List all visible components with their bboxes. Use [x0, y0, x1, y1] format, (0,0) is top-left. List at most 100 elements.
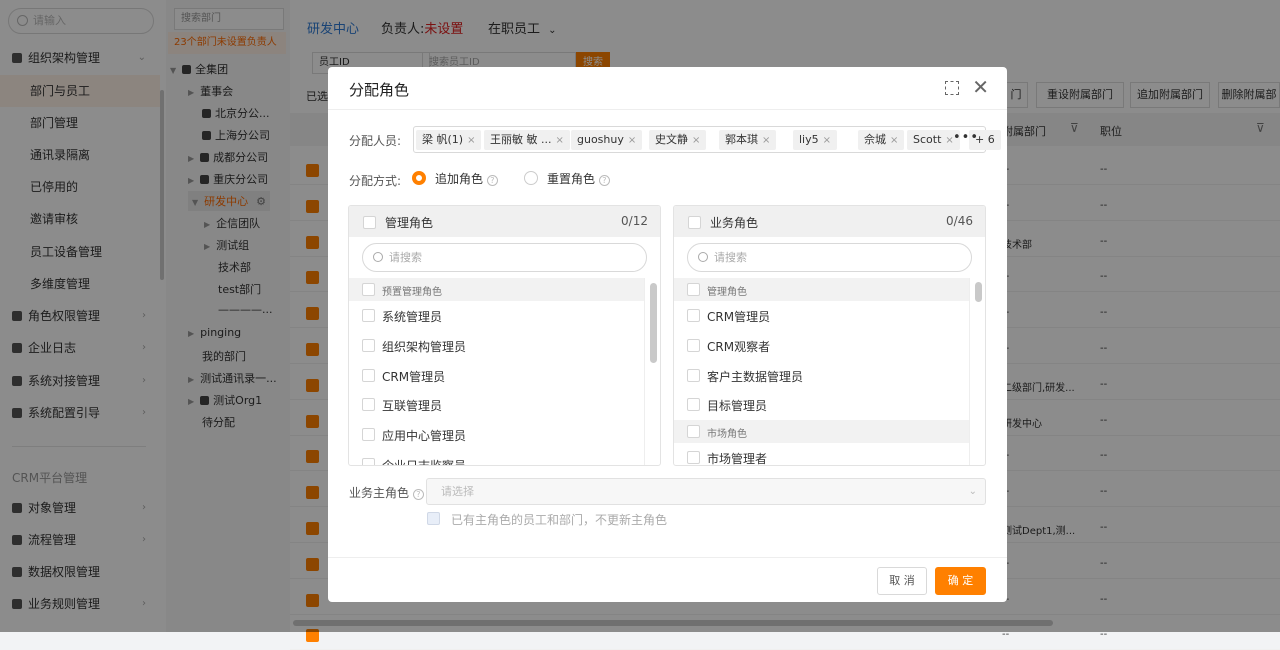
close-icon[interactable]: × [692, 135, 700, 146]
biz-select-all-checkbox[interactable] [688, 216, 701, 229]
role-label: 市场角色 [707, 429, 747, 441]
search-icon [698, 252, 708, 262]
assignee-tag[interactable]: 史文静 × [649, 130, 707, 150]
radio-append-role-label: 追加角色 ? [435, 170, 498, 187]
close-icon[interactable]: × [890, 135, 898, 146]
role-label: 企业日志监察员 [382, 459, 467, 466]
role-checkbox[interactable] [362, 309, 375, 322]
role-option[interactable]: 客户主数据管理员 [674, 361, 969, 391]
help-icon[interactable]: ? [486, 175, 498, 186]
assignee-tag[interactable]: 郭本琪 × [719, 130, 777, 150]
close-icon[interactable]: × [555, 135, 563, 146]
assignee-tag-label: 王丽敏 敏 ... [490, 133, 552, 146]
role-checkbox[interactable] [362, 283, 375, 296]
role-option[interactable]: 互联管理员 [349, 390, 644, 420]
role-checkbox[interactable] [687, 398, 700, 412]
role-label: 预置管理角色 [382, 287, 442, 298]
close-icon[interactable]: × [467, 135, 475, 146]
role-option[interactable]: CRM管理员 [349, 361, 644, 391]
cancel-button[interactable]: 取 消 [877, 567, 927, 595]
biz-panel-title: 业务角色 [710, 216, 759, 230]
admin-scrollbar[interactable] [650, 283, 657, 363]
modal-title: 分配角色 [349, 81, 410, 99]
confirm-button[interactable]: 确 定 [935, 567, 986, 595]
role-group-header[interactable]: 管理角色 [674, 278, 969, 301]
role-label: CRM管理员 [707, 310, 771, 324]
more-icon[interactable]: ••• [953, 130, 979, 145]
role-label: 管理角色 [707, 287, 747, 298]
admin-panel-header: 管理角色 0/12 [349, 206, 660, 237]
assignee-tag[interactable]: Scott × [907, 130, 960, 150]
business-role-panel: 业务角色 0/46 请搜索 管理角色 CRM管理员 CRM观察者 客户主数据管理员 目标… [673, 205, 986, 466]
role-label: 组织架构管理员 [382, 339, 467, 354]
assignee-tag-label: 郭本琪 [725, 133, 758, 146]
close-icon[interactable]: × [628, 135, 636, 146]
role-checkbox[interactable] [687, 338, 700, 352]
role-checkbox[interactable] [687, 309, 700, 322]
assignee-tag-label: 史文静 [655, 133, 688, 146]
close-icon[interactable]: × [762, 135, 770, 146]
role-checkbox[interactable] [687, 451, 700, 465]
modal-footer-divider [328, 557, 1007, 558]
assignee-tag-label: 梁 帆(1) [422, 133, 464, 146]
role-group-header[interactable]: 市场角色 [674, 420, 969, 444]
radio-reset-role-text: 重置角色 [547, 172, 596, 186]
role-option[interactable]: CRM观察者 [674, 331, 969, 361]
role-option[interactable]: 企业日志监察员 [349, 450, 644, 466]
role-checkbox[interactable] [362, 338, 375, 352]
assignee-tag[interactable]: liy5 × [793, 130, 838, 150]
assignee-tag-label: liy5 [799, 133, 819, 146]
main-role-label-text: 业务主角色 [349, 486, 410, 500]
assignee-tag[interactable]: 佘城 × [858, 130, 905, 150]
role-option[interactable]: 组织架构管理员 [349, 331, 644, 361]
admin-panel-count: 0/12 [621, 214, 648, 228]
search-icon [373, 252, 383, 262]
role-option[interactable]: CRM管理员 [674, 301, 969, 331]
assignee-tag[interactable]: 王丽敏 敏 ... × [484, 130, 570, 150]
assignee-tag-label: Scott [913, 133, 942, 146]
biz-scrollbar[interactable] [975, 282, 982, 302]
main-role-select[interactable]: 请选择 ⌄ [426, 478, 986, 505]
role-label: CRM管理员 [382, 369, 446, 384]
admin-role-search[interactable]: 请搜索 [362, 243, 647, 272]
role-label: 系统管理员 [382, 310, 443, 324]
assignees-label: 分配人员: [349, 134, 402, 148]
biz-role-search[interactable]: 请搜索 [687, 243, 972, 272]
role-checkbox[interactable] [687, 425, 700, 439]
close-icon[interactable]: ✕ [972, 75, 989, 99]
method-label: 分配方式: [349, 174, 402, 188]
radio-append-role[interactable] [412, 171, 426, 185]
admin-scroll-track[interactable] [644, 278, 660, 465]
role-checkbox[interactable] [687, 368, 700, 382]
role-option[interactable]: 目标管理员 [674, 390, 969, 420]
close-icon[interactable]: × [823, 135, 831, 146]
help-icon[interactable]: ? [598, 175, 610, 186]
role-checkbox[interactable] [362, 368, 375, 382]
role-checkbox[interactable] [362, 458, 375, 465]
keep-main-role-checkbox[interactable] [427, 512, 440, 525]
assignees-tag-input[interactable]: 梁 帆(1) × 王丽敏 敏 ... × guoshuy × 史文静 × 郭本琪 × liy5 × 佘城… [413, 126, 1001, 153]
keep-main-role-text: 已有主角色的员工和部门，不更新主角色 [451, 513, 668, 527]
role-label: 应用中心管理员 [382, 429, 467, 444]
radio-reset-role[interactable] [524, 171, 538, 185]
radio-reset-role-label: 重置角色 ? [547, 170, 610, 187]
role-label: 目标管理员 [707, 399, 768, 414]
role-group-header[interactable]: 预置管理角色 [349, 278, 644, 301]
fullscreen-icon[interactable] [945, 81, 959, 95]
assignee-tag[interactable]: guoshuy × [571, 130, 643, 150]
assignee-tag[interactable]: 梁 帆(1) × [416, 130, 482, 150]
radio-append-role-text: 追加角色 [435, 172, 484, 186]
role-label: 互联管理员 [382, 399, 443, 414]
role-option[interactable]: 市场管理者 [674, 443, 969, 465]
role-checkbox[interactable] [362, 428, 375, 442]
help-icon[interactable]: ? [412, 489, 424, 500]
role-option[interactable]: 应用中心管理员 [349, 420, 644, 450]
biz-scroll-track[interactable] [969, 278, 985, 465]
admin-select-all-checkbox[interactable] [363, 216, 376, 229]
role-option[interactable]: 系统管理员 [349, 301, 644, 331]
role-checkbox[interactable] [687, 283, 700, 296]
role-label: CRM观察者 [707, 339, 771, 354]
chevron-down-icon: ⌄ [968, 486, 977, 497]
role-checkbox[interactable] [362, 398, 375, 412]
admin-panel-title: 管理角色 [385, 216, 434, 230]
